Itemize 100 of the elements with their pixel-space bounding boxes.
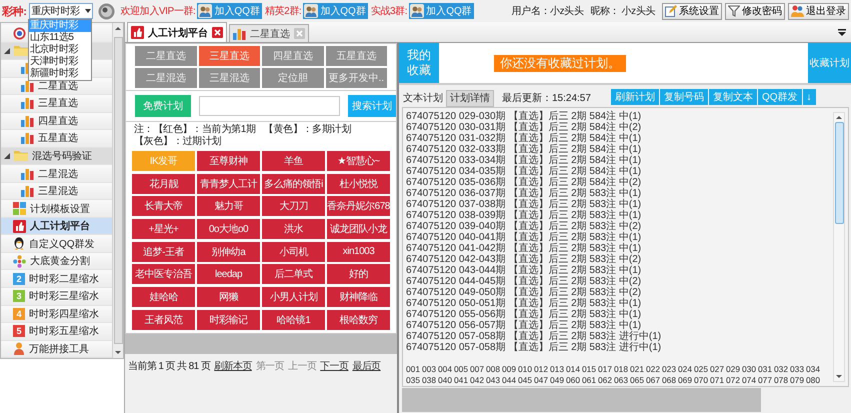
tree-item[interactable]: 二星混选	[1, 165, 112, 183]
page-info: 当前第 1 页 共 81 页	[128, 360, 210, 373]
plan-button[interactable]: 网獭	[197, 287, 260, 308]
action-button[interactable]: 复制文本	[708, 89, 757, 105]
dropdown-option[interactable]: 重庆时时彩	[29, 20, 91, 32]
action-button[interactable]: ↓	[802, 89, 816, 105]
scrollbar[interactable]	[833, 112, 845, 382]
dropdown-option[interactable]: 天津时时彩	[29, 56, 91, 68]
bar-chart-icon	[21, 168, 34, 180]
username-text: 用户名：小z头头	[512, 4, 584, 18]
plan-line: 674075120 057-058期 【直选】后三 2期 583注 进行中(1)	[406, 342, 662, 353]
bar-chart-icon	[21, 114, 34, 127]
people-icon	[410, 4, 424, 18]
favorites-title: 我的收藏	[399, 43, 439, 83]
lottery-select[interactable]: 重庆时时彩	[29, 3, 94, 19]
plan-button[interactable]: 娃哈哈	[132, 287, 195, 308]
plan-line: 674075120 041-042期 【直选】后三 2期 583注 中(1)	[406, 243, 642, 254]
plan-button[interactable]: 时彩输记	[197, 310, 260, 330]
dropdown-arrow-icon[interactable]	[838, 28, 846, 36]
plan-type-button[interactable]: 三星直选	[198, 46, 260, 66]
plan-button[interactable]: 杜小悦悦	[327, 174, 390, 194]
plan-button[interactable]: 财神降临	[327, 287, 390, 308]
plan-button[interactable]: 多么痛的领悟i	[262, 174, 325, 194]
plan-button[interactable]: 大刀刀	[262, 196, 325, 216]
legend-text: 【灰色】：过期计划	[134, 136, 222, 148]
tab[interactable]: 二星直选	[229, 24, 309, 42]
people-icon	[198, 4, 212, 18]
plan-button[interactable]: 别伸幼a	[197, 242, 260, 262]
plan-button[interactable]: 魅力哥	[197, 196, 260, 216]
tree-item[interactable]: 万能拼接工具	[1, 340, 112, 358]
plan-button[interactable]: 老中医专治吾	[132, 264, 195, 284]
plan-button[interactable]: 香奈丹妮尔678	[327, 196, 390, 216]
plan-button[interactable]: ★智慧心~	[327, 151, 390, 171]
plan-button[interactable]: 哈哈镜1	[262, 310, 325, 330]
tree-item[interactable]: 4 时时彩四星缩水	[1, 306, 112, 324]
dropdown-option[interactable]: 北京时时彩	[29, 44, 91, 56]
plan-type-button[interactable]: 三星混选	[198, 68, 260, 88]
tree-item[interactable]: 3 时时彩三星缩水	[1, 288, 112, 306]
plan-type-button[interactable]: 二星混选	[135, 68, 196, 88]
plan-type-button[interactable]: 二星直选	[135, 46, 196, 66]
plan-button[interactable]: +星光+	[132, 219, 195, 240]
bar-chart-icon	[21, 132, 34, 144]
plan-button[interactable]: 至尊财神	[197, 151, 260, 171]
tab[interactable]: 人工计划平台	[127, 22, 227, 42]
tree-item[interactable]: 2 时时彩二星缩水	[1, 270, 112, 288]
plan-type-button[interactable]: 四星直选	[262, 46, 324, 66]
tree-item[interactable]: 计划模板设置	[1, 200, 112, 218]
plan-button[interactable]: 好的	[327, 264, 390, 284]
plan-button[interactable]: 小男人计划	[262, 287, 325, 308]
plan-button[interactable]: 追梦-王者	[132, 242, 195, 262]
plan-button[interactable]: 小司机	[262, 242, 325, 262]
tree-item[interactable]: 大底黄金分割	[1, 252, 112, 270]
action-button[interactable]: 刷新计划	[610, 89, 659, 105]
tree-item[interactable]: 四星直选	[1, 112, 112, 130]
tree-item[interactable]: 三星直选	[1, 95, 112, 113]
plan-line: 674075120 037-038期 【直选】后三 2期 583注 中(1)	[406, 199, 642, 210]
dropdown-option[interactable]: 山东11选5	[29, 32, 91, 44]
plan-type-button[interactable]: 五星直选	[326, 46, 387, 66]
plan-line: 674075120 032-033期 【直选】后三 2期 584注 中(1)	[406, 144, 642, 155]
scrollbar[interactable]	[112, 23, 123, 358]
pager-link[interactable]: 下一页	[320, 358, 348, 373]
pager-link[interactable]: 最后页	[352, 358, 381, 373]
plan-button[interactable]: 长青大帝	[132, 196, 195, 216]
plan-type-button[interactable]: 定位胆	[262, 68, 324, 88]
search-field[interactable]	[199, 96, 340, 116]
tree-item[interactable]: 人工计划平台	[1, 218, 112, 236]
tree-item[interactable]: 自定义QQ群发	[1, 235, 112, 253]
tree-item[interactable]: 三星混选	[1, 182, 112, 200]
join-group-button[interactable]: 加入QQ群	[303, 3, 368, 19]
tree-item[interactable]: 五星直选	[1, 130, 112, 148]
toolbar-button[interactable]: 修改密码	[725, 2, 785, 20]
plan-button[interactable]: 0o大地o0	[197, 219, 260, 240]
plan-button[interactable]: leedap	[197, 264, 260, 284]
toolbar-button[interactable]: 退出登录	[788, 2, 849, 20]
tab[interactable]: 计划详情	[446, 90, 494, 107]
plan-type-button[interactable]: 更多开发中..	[326, 68, 387, 88]
plan-button[interactable]: 后二单式	[262, 264, 325, 284]
plan-button[interactable]: xin1003	[327, 242, 390, 262]
pager-link[interactable]: 刷新本页	[214, 358, 252, 373]
plan-button[interactable]: 诚龙团队小龙	[327, 219, 390, 240]
plan-button[interactable]: 花月靓	[132, 174, 195, 194]
action-button[interactable]: 复制号码	[660, 89, 708, 105]
plan-button[interactable]: 王者风范	[132, 310, 195, 330]
notice-text: 你还没有收藏过计划。	[494, 54, 626, 72]
favorite-plan-button[interactable]: 收藏计划	[808, 43, 851, 83]
toolbar-button[interactable]: 系统设置	[662, 2, 722, 20]
plan-line: 674075120 033-034期 【直选】后三 2期 584注 中(1)	[406, 155, 642, 166]
plan-button[interactable]: 青青梦人工计	[197, 174, 260, 194]
plan-button[interactable]: 羊鱼	[262, 151, 325, 171]
target-icon	[13, 26, 26, 40]
tree-group[interactable]: 混选号码验证	[1, 148, 112, 166]
join-group-button[interactable]: 加入QQ群	[409, 3, 474, 19]
dropdown-option[interactable]: 新疆时时彩	[29, 68, 91, 80]
action-button[interactable]: QQ群发	[758, 89, 802, 105]
plan-button[interactable]: 洪水	[262, 219, 325, 240]
group-label: 欢迎加入VIP一群:	[120, 4, 196, 18]
tree-item[interactable]: 5 时时彩五星缩水	[1, 323, 112, 341]
close-icon[interactable]	[212, 27, 223, 38]
plan-button[interactable]: 根哈数穷	[327, 310, 390, 330]
join-group-button[interactable]: 加入QQ群	[197, 3, 262, 19]
